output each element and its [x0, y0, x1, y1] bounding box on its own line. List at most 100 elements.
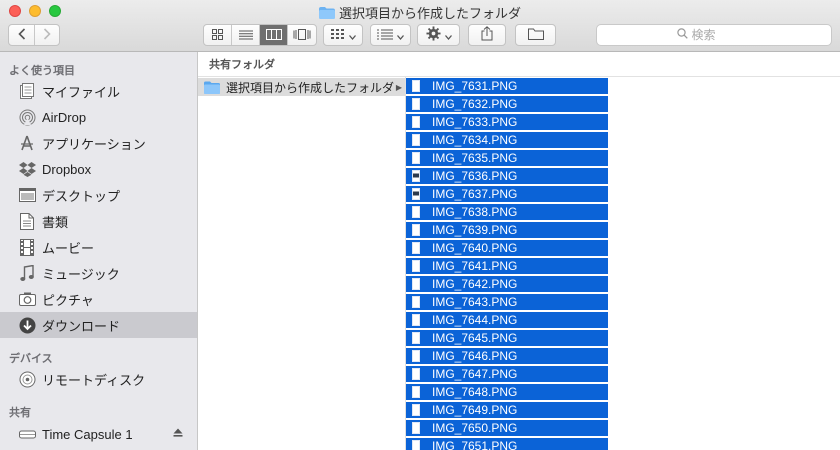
file-name: IMG_7638.PNG: [432, 205, 518, 219]
coverflow-view-button[interactable]: [288, 25, 316, 45]
share-button[interactable]: [468, 24, 506, 46]
sidebar-item-desktop[interactable]: デスクトップ: [0, 182, 197, 208]
documents-icon: [18, 212, 36, 230]
file-row[interactable]: IMG_7631.PNG: [406, 78, 608, 95]
file-row[interactable]: IMG_7640.PNG: [406, 240, 608, 257]
desktop-icon: [18, 186, 36, 204]
file-name: IMG_7645.PNG: [432, 331, 518, 345]
browser-column-2: IMG_7631.PNG IMG_7632.PNG IMG_7633.PNG I…: [406, 77, 608, 450]
search-input[interactable]: [687, 28, 752, 42]
file-row[interactable]: IMG_7637.PNG: [406, 186, 608, 203]
applications-icon: [18, 134, 36, 152]
file-row[interactable]: IMG_7635.PNG: [406, 150, 608, 167]
file-row[interactable]: IMG_7639.PNG: [406, 222, 608, 239]
dropbox-icon: [18, 160, 36, 178]
path-header: 共有フォルダ: [198, 52, 840, 77]
file-name: IMG_7646.PNG: [432, 349, 518, 363]
sidebar-item-airdrop[interactable]: AirDrop: [0, 104, 197, 130]
file-row[interactable]: IMG_7636.PNG: [406, 168, 608, 185]
file-row[interactable]: IMG_7634.PNG: [406, 132, 608, 149]
back-button[interactable]: [9, 25, 35, 45]
file-row[interactable]: IMG_7642.PNG: [406, 276, 608, 293]
sidebar-item-pictures[interactable]: ピクチャ: [0, 286, 197, 312]
folder-row[interactable]: 選択項目から作成したフォルダ ▶: [198, 78, 405, 96]
sidebar-item-documents[interactable]: 書類: [0, 208, 197, 234]
time-capsule-icon: [18, 425, 36, 443]
sidebar-item-label: ダウンロード: [42, 318, 121, 334]
icon-view-icon: [212, 28, 223, 43]
document-icon: [412, 116, 420, 128]
window-title: 選択項目から作成したフォルダ: [0, 3, 840, 22]
document-icon: [412, 296, 420, 308]
eject-icon[interactable]: [173, 428, 183, 440]
document-icon: [412, 332, 420, 344]
search-field[interactable]: [596, 24, 832, 46]
document-icon: [412, 224, 420, 236]
file-name: IMG_7636.PNG: [432, 169, 518, 183]
sidebar-item-music[interactable]: ミュージック: [0, 260, 197, 286]
finder-window: 選択項目から作成したフォルダ 検索 よく使う項目 マイファイル AirDrop …: [0, 0, 840, 450]
disclosure-arrow-icon: ▶: [395, 82, 402, 92]
file-name: IMG_7650.PNG: [432, 421, 518, 435]
list-view-button[interactable]: [232, 25, 260, 45]
sidebar-item-label: Dropbox: [42, 161, 92, 177]
screenshot-thumb-icon: [412, 188, 420, 200]
downloads-icon: [18, 316, 36, 334]
column-browser: 共有フォルダ 選択項目から作成したフォルダ ▶ IMG_7631.PNG IMG…: [198, 52, 840, 450]
browser-column-1: 選択項目から作成したフォルダ ▶: [198, 77, 406, 450]
arrange-button[interactable]: [323, 24, 363, 46]
file-row[interactable]: IMG_7643.PNG: [406, 294, 608, 311]
file-row[interactable]: IMG_7647.PNG: [406, 366, 608, 383]
sort-list-icon: [377, 28, 393, 43]
column-view-button[interactable]: [260, 25, 288, 45]
action-menu-button[interactable]: [417, 24, 460, 46]
document-icon: [412, 368, 420, 380]
file-row[interactable]: IMG_7633.PNG: [406, 114, 608, 131]
edit-tags-button[interactable]: [515, 24, 556, 46]
chevron-right-icon: [43, 27, 51, 43]
file-row[interactable]: IMG_7650.PNG: [406, 420, 608, 437]
sidebar-item-all-my-files[interactable]: マイファイル: [0, 78, 197, 104]
airdrop-icon: [18, 108, 36, 126]
sidebar-item-applications[interactable]: アプリケーション: [0, 130, 197, 156]
pictures-icon: [18, 290, 36, 308]
file-row[interactable]: IMG_7644.PNG: [406, 312, 608, 329]
file-row[interactable]: IMG_7641.PNG: [406, 258, 608, 275]
sidebar-item-label: ピクチャ: [42, 292, 94, 308]
file-row[interactable]: IMG_7651.PNG: [406, 438, 608, 450]
sort-button[interactable]: [370, 24, 411, 46]
chevron-down-icon: [444, 28, 452, 43]
file-row[interactable]: IMG_7649.PNG: [406, 402, 608, 419]
screenshot-thumb-icon: [412, 170, 420, 182]
forward-button[interactable]: [35, 25, 59, 45]
file-name: IMG_7640.PNG: [432, 241, 518, 255]
file-name: IMG_7647.PNG: [432, 367, 518, 381]
document-icon: [412, 404, 420, 416]
folder-icon: [204, 81, 220, 94]
file-row[interactable]: IMG_7646.PNG: [406, 348, 608, 365]
sidebar-section-header-devices: デバイス: [9, 353, 53, 365]
file-name: IMG_7649.PNG: [432, 403, 518, 417]
list-view-icon: [238, 28, 253, 43]
document-icon: [412, 242, 420, 254]
path-header-label: 共有フォルダ: [209, 59, 275, 71]
sidebar-item-time-capsule[interactable]: Time Capsule 1: [0, 421, 197, 447]
sidebar-item-remote-disc[interactable]: リモートディスク: [0, 366, 197, 392]
file-row[interactable]: IMG_7645.PNG: [406, 330, 608, 347]
sidebar-item-movies[interactable]: ムービー: [0, 234, 197, 260]
file-name: IMG_7633.PNG: [432, 115, 518, 129]
file-row[interactable]: IMG_7638.PNG: [406, 204, 608, 221]
file-name: IMG_7648.PNG: [432, 385, 518, 399]
folder-row-label: 選択項目から作成したフォルダ: [226, 80, 395, 95]
column-view-icon: [265, 28, 282, 43]
tag-folder-icon: [527, 28, 544, 43]
file-row[interactable]: IMG_7632.PNG: [406, 96, 608, 113]
sidebar-item-downloads[interactable]: ダウンロード: [0, 312, 197, 338]
file-name: IMG_7634.PNG: [432, 133, 518, 147]
file-row[interactable]: IMG_7648.PNG: [406, 384, 608, 401]
coverflow-view-icon: [293, 28, 311, 43]
sidebar-item-dropbox[interactable]: Dropbox: [0, 156, 197, 182]
view-mode-segment: [203, 24, 317, 46]
sidebar-item-label: アプリケーション: [42, 136, 146, 152]
icon-view-button[interactable]: [204, 25, 232, 45]
